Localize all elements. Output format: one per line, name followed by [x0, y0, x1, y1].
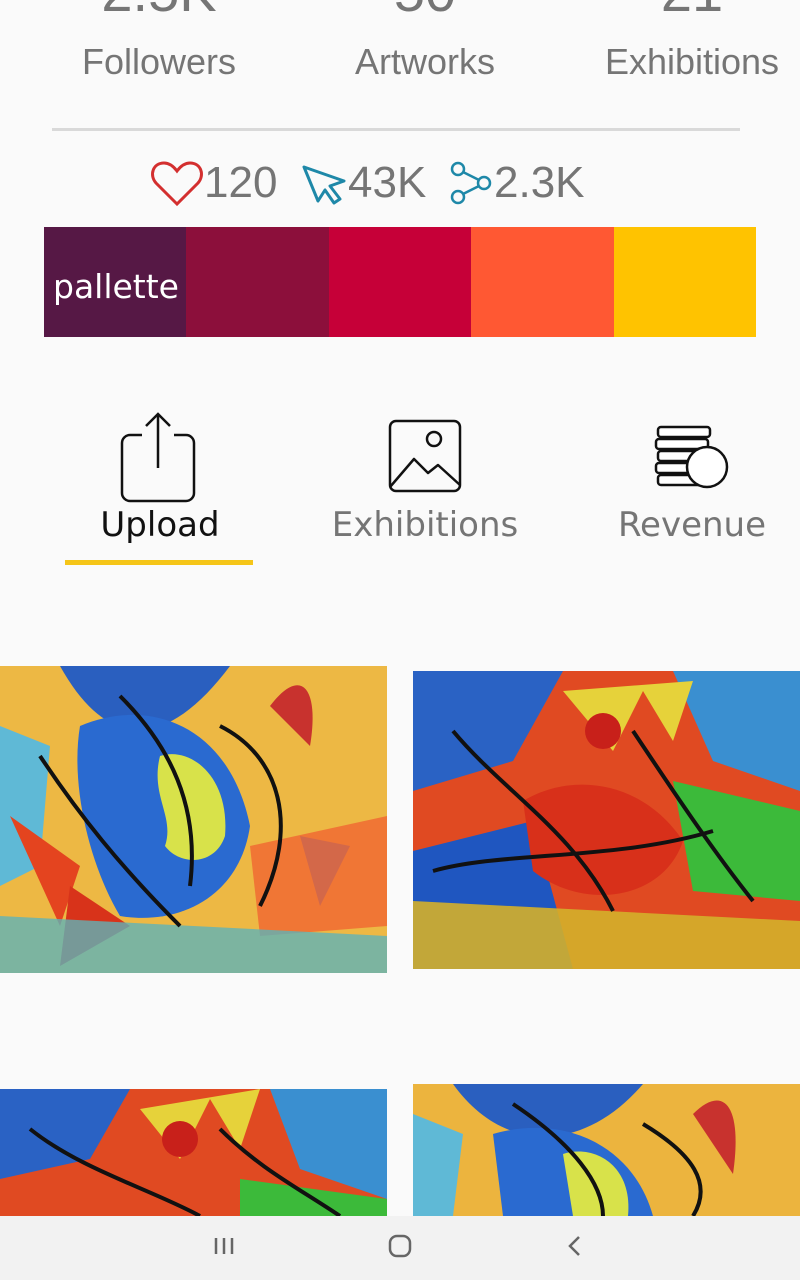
tab-upload[interactable]: Upload	[40, 405, 280, 575]
upload-icon	[120, 410, 200, 510]
artwork-thumbnail-1[interactable]	[0, 666, 387, 973]
cursor-icon	[300, 159, 348, 207]
coins-icon	[654, 423, 734, 494]
followers-count: 2.5K	[39, 0, 279, 20]
palette-label: pallette	[53, 267, 179, 306]
exhibitions-count: 21	[572, 0, 800, 20]
clicks-count: 43K	[348, 158, 427, 207]
artworks-count: 50	[305, 0, 545, 20]
palette-swatch-4[interactable]	[471, 227, 614, 337]
back-icon	[565, 1234, 585, 1263]
exhibitions-label: Exhibitions	[604, 41, 780, 82]
color-palette[interactable]: pallette	[44, 227, 757, 337]
tab-revenue-label: Revenue	[617, 505, 767, 545]
palette-swatch-3[interactable]	[328, 227, 472, 337]
tab-upload-label: Upload	[100, 505, 220, 545]
artwork-image	[413, 1084, 800, 1216]
clicks-stat[interactable]: 43K	[300, 155, 426, 211]
likes-count: 120	[204, 158, 278, 207]
back-button[interactable]	[535, 1216, 615, 1280]
artworks-label: Artworks	[354, 41, 495, 82]
artwork-image	[0, 1089, 387, 1216]
palette-swatch-5[interactable]	[613, 227, 757, 337]
artwork-thumbnail-3[interactable]	[0, 1089, 387, 1216]
artwork-image	[0, 666, 387, 973]
palette-swatch-1[interactable]: pallette	[44, 227, 187, 337]
tab-revenue[interactable]: Revenue	[572, 405, 800, 575]
artwork-thumbnail-2[interactable]	[413, 671, 800, 969]
followers-label: Followers	[81, 41, 237, 82]
artwork-thumbnail-4[interactable]	[413, 1084, 800, 1216]
profile-stats: 2.5K Followers 50 Artworks 21 Exhibition…	[0, 0, 800, 90]
image-icon	[388, 419, 464, 498]
home-button[interactable]	[360, 1216, 440, 1280]
home-icon	[387, 1233, 413, 1264]
system-nav-bar	[0, 1216, 800, 1280]
tab-exhibitions-label: Exhibitions	[331, 505, 519, 545]
palette-swatch-2[interactable]	[186, 227, 329, 337]
artwork-image	[413, 671, 800, 969]
tab-exhibitions[interactable]: Exhibitions	[305, 405, 545, 575]
share-icon	[450, 159, 494, 207]
likes-stat[interactable]: 120	[150, 155, 277, 211]
recent-apps-button[interactable]	[184, 1216, 264, 1280]
active-tab-indicator	[65, 560, 253, 565]
shares-stat[interactable]: 2.3K	[450, 155, 585, 211]
shares-count: 2.3K	[494, 158, 585, 207]
stats-divider	[52, 128, 740, 131]
heart-icon	[150, 159, 204, 207]
recent-apps-icon	[212, 1235, 236, 1262]
